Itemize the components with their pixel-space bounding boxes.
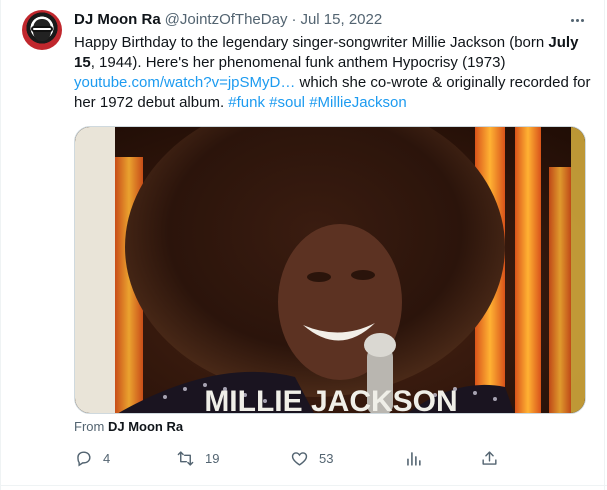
hashtag-milliejackson[interactable]: #MillieJackson (309, 94, 407, 111)
like-icon (290, 449, 309, 468)
video-caption-overlay: MILLIE JACKSON (204, 385, 457, 414)
video-thumbnail: MILLIE JACKSON (75, 127, 585, 414)
share-icon (480, 449, 499, 468)
divider (604, 0, 605, 490)
tweet-text-part: Happy Birthday to the legendary singer-s… (74, 34, 549, 51)
hashtag-soul[interactable]: #soul (269, 94, 305, 111)
action-bar: 4 19 53 (66, 446, 506, 470)
share-button[interactable] (480, 446, 499, 470)
avatar[interactable] (22, 10, 62, 50)
user-handle[interactable]: @JointzOfTheDay (165, 10, 288, 30)
like-count: 53 (319, 450, 334, 466)
video-media[interactable]: MILLIE JACKSON (74, 126, 586, 414)
from-prefix: From (74, 419, 105, 434)
divider (0, 485, 607, 486)
retweet-count: 19 (205, 450, 220, 466)
retweet-button[interactable]: 19 (176, 446, 219, 470)
tweet-text-part: , 1944). Here's her phenomenal funk anth… (90, 54, 506, 71)
tweet-text: Happy Birthday to the legendary singer-s… (74, 33, 594, 113)
tweet-card[interactable]: DJ Moon Ra @JointzOfTheDay · Jul 15, 202… (0, 0, 607, 490)
hashtag-funk[interactable]: #funk (228, 94, 265, 111)
separator-dot: · (291, 11, 297, 28)
divider (0, 0, 1, 490)
media-attribution: From DJ Moon Ra (74, 419, 183, 435)
reply-button[interactable]: 4 (74, 446, 110, 470)
avatar-glasses (31, 26, 53, 32)
from-name[interactable]: DJ Moon Ra (108, 419, 183, 434)
like-button[interactable]: 53 (290, 446, 333, 470)
tweet-header: DJ Moon Ra @JointzOfTheDay · Jul 15, 202… (74, 10, 382, 30)
views-button[interactable] (404, 446, 423, 470)
reply-icon (74, 449, 93, 468)
more-icon[interactable] (566, 12, 588, 28)
views-icon (404, 449, 423, 468)
tweet-date[interactable]: Jul 15, 2022 (300, 10, 382, 30)
retweet-icon (176, 449, 195, 468)
display-name[interactable]: DJ Moon Ra (74, 10, 161, 30)
reply-count: 4 (103, 450, 111, 466)
youtube-link[interactable]: youtube.com/watch?v=jpSMyD… (74, 74, 295, 91)
